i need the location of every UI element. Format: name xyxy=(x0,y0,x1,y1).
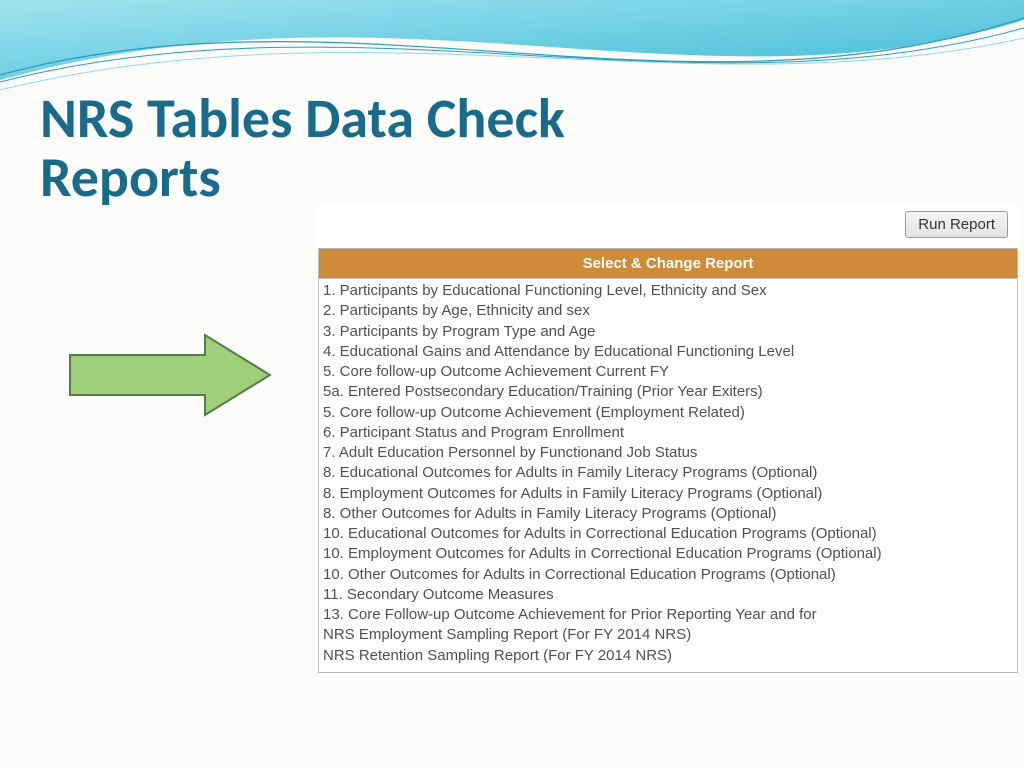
report-item[interactable]: 11. Secondary Outcome Measures xyxy=(323,585,1013,605)
report-item[interactable]: 8. Educational Outcomes for Adults in Fa… xyxy=(323,463,1013,483)
report-item[interactable]: NRS Employment Sampling Report (For FY 2… xyxy=(323,625,1013,645)
report-item[interactable]: 5a. Entered Postsecondary Education/Trai… xyxy=(323,382,1013,402)
report-item[interactable]: 5. Core follow-up Outcome Achievement (E… xyxy=(323,403,1013,423)
report-item[interactable]: 5. Core follow-up Outcome Achievement Cu… xyxy=(323,362,1013,382)
report-item[interactable]: 3. Participants by Program Type and Age xyxy=(323,322,1013,342)
report-item[interactable]: 10. Educational Outcomes for Adults in C… xyxy=(323,524,1013,544)
report-item[interactable]: 13. Core Follow-up Outcome Achievement f… xyxy=(323,605,1013,625)
report-item[interactable]: 10. Employment Outcomes for Adults in Co… xyxy=(323,544,1013,564)
report-item[interactable]: 8. Employment Outcomes for Adults in Fam… xyxy=(323,484,1013,504)
report-item[interactable]: 7. Adult Education Personnel by Function… xyxy=(323,443,1013,463)
report-item[interactable]: 8. Other Outcomes for Adults in Family L… xyxy=(323,504,1013,524)
report-item[interactable]: 10. Other Outcomes for Adults in Correct… xyxy=(323,565,1013,585)
report-item[interactable]: 4. Educational Gains and Attendance by E… xyxy=(323,342,1013,362)
panel-header: Select & Change Report xyxy=(318,248,1018,279)
report-item[interactable]: 1. Participants by Educational Functioni… xyxy=(323,281,1013,301)
report-item[interactable]: 6. Participant Status and Program Enroll… xyxy=(323,423,1013,443)
report-item[interactable]: 2. Participants by Age, Ethnicity and se… xyxy=(323,301,1013,321)
report-item[interactable]: NRS Retention Sampling Report (For FY 20… xyxy=(323,646,1013,666)
report-list[interactable]: 1. Participants by Educational Functioni… xyxy=(318,279,1018,673)
report-panel: Run Report Select & Change Report 1. Par… xyxy=(318,205,1018,673)
arrow-icon xyxy=(65,330,275,420)
slide-title: NRS Tables Data Check Reports xyxy=(40,90,640,208)
run-report-button[interactable]: Run Report xyxy=(905,211,1008,238)
